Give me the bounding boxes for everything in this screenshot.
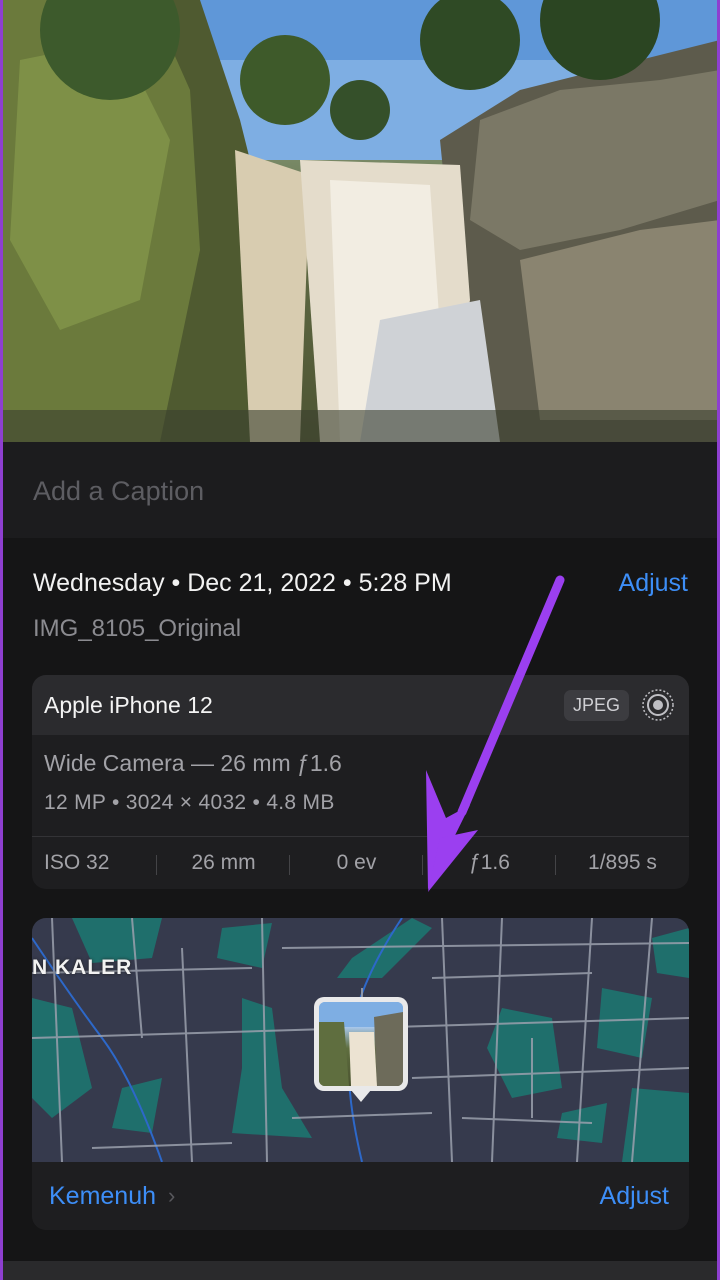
info-panel: Wednesday • Dec 21, 2022 • 5:28 PM Adjus… <box>0 538 720 1280</box>
map-pin-pointer <box>351 1090 371 1102</box>
frame-edge-left <box>0 0 3 1280</box>
exif-aperture: ƒ1.6 <box>423 851 556 875</box>
location-map[interactable]: N KALER <box>32 918 689 1162</box>
format-badge: JPEG <box>563 689 629 721</box>
exif-exposure-value: 0 ev <box>290 851 423 875</box>
image-specs: 12 MP • 3024 × 4032 • 4.8 MB <box>44 791 335 814</box>
adjust-date-button[interactable]: Adjust <box>619 569 688 598</box>
device-info-card: Apple iPhone 12 JPEG Wide Camera — 26 mm… <box>32 675 689 889</box>
map-footer: Kemenuh › Adjust <box>32 1162 689 1230</box>
place-name-link[interactable]: Kemenuh <box>49 1182 156 1211</box>
exif-focal-length: 26 mm <box>157 851 291 875</box>
device-name: Apple iPhone 12 <box>44 691 213 718</box>
exif-shutter-speed: 1/895 s <box>588 851 657 874</box>
caption-input[interactable] <box>33 476 687 507</box>
location-map-card: N KALER Kemenuh › Adjust <box>32 918 689 1230</box>
waterfall-photo <box>0 0 720 442</box>
chevron-right-icon: › <box>168 1183 176 1208</box>
adjust-location-button[interactable]: Adjust <box>600 1182 669 1211</box>
lens-info: Wide Camera — 26 mm ƒ1.6 <box>44 750 342 776</box>
photo-preview[interactable] <box>0 0 720 442</box>
exif-iso: ISO 32 <box>32 851 158 875</box>
bottom-toolbar-edge <box>0 1261 720 1280</box>
device-header: Apple iPhone 12 JPEG <box>32 675 689 735</box>
map-photo-thumbnail[interactable] <box>314 997 408 1091</box>
exif-row: ISO 32 26 mm 0 ev ƒ1.6 1/895 s <box>32 836 689 889</box>
file-name: IMG_8105_Original <box>33 615 242 642</box>
caption-bar <box>0 442 720 538</box>
map-area-label: N KALER <box>32 956 133 979</box>
live-photo-icon[interactable] <box>641 688 675 722</box>
date-time-label: Wednesday • Dec 21, 2022 • 5:28 PM <box>33 569 452 597</box>
